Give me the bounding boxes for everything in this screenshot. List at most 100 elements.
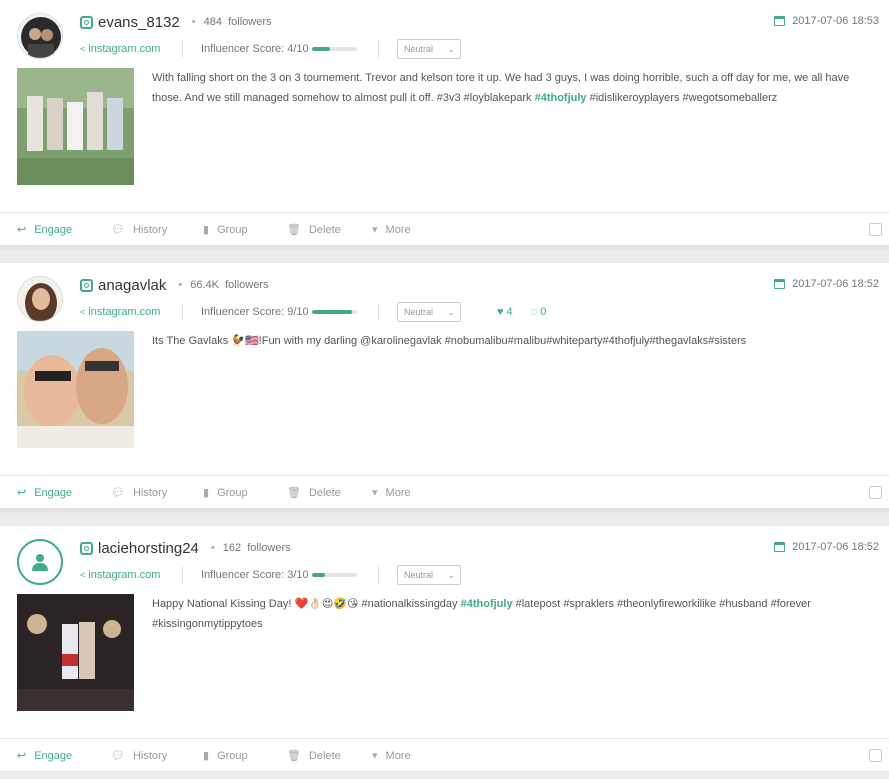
calendar-icon xyxy=(774,279,786,289)
trash-icon: 🗑︎ xyxy=(287,750,301,762)
mentions-feed: evans_8132 • 484 followers < instagram.co… xyxy=(0,0,889,772)
delete-button[interactable]: 🗑︎ Delete xyxy=(287,223,341,237)
sentiment-select[interactable]: Neutral ⌄ xyxy=(397,565,461,585)
source-link[interactable]: < instagram.com xyxy=(80,569,182,581)
instagram-icon xyxy=(80,541,93,555)
engage-button[interactable]: ↩ Engage xyxy=(17,486,72,500)
username[interactable]: evans_8132 xyxy=(98,14,180,31)
avatar[interactable] xyxy=(17,276,63,322)
post-card: laciehorsting24 • 162 followers < instagr… xyxy=(0,526,889,772)
action-bar: ↩ Engage 💬︎ History ▮ Group 🗑︎ Delete ▾ More xyxy=(0,212,889,245)
separator-dot: • xyxy=(210,542,215,554)
engagement-stats: ♥ 4 ◌ 0 xyxy=(497,306,564,318)
more-button[interactable]: ▾ More xyxy=(372,223,411,237)
sentiment-select[interactable]: Neutral ⌄ xyxy=(397,39,461,59)
divider xyxy=(378,40,379,58)
chat-icon: 💬︎ xyxy=(111,224,125,236)
more-button[interactable]: ▾ More xyxy=(372,749,411,763)
influencer-score: Influencer Score: 4/10 xyxy=(201,43,378,55)
select-checkbox[interactable] xyxy=(869,223,882,236)
calendar-icon xyxy=(774,16,786,26)
divider xyxy=(182,40,183,58)
post-caption: Happy National Kissing Day! ❤️👌🏻😍🤣😘 #nat… xyxy=(152,594,871,634)
sparkler-photo-icon xyxy=(17,594,134,711)
avatar[interactable] xyxy=(17,13,63,59)
group-button[interactable]: ▮ Group xyxy=(203,486,248,500)
caret-down-icon: ▾ xyxy=(372,487,378,499)
reply-icon: ↩ xyxy=(17,750,27,762)
caret-down-icon: ▾ xyxy=(372,224,378,236)
post-caption: With falling short on the 3 on 3 tournem… xyxy=(152,68,871,108)
bookmark-icon: ▮ xyxy=(203,487,210,499)
post-date: 2017-07-06 18:53 xyxy=(774,15,879,27)
caption-text: Its The Gavlaks 🐓🇺🇸!Fun with my darling … xyxy=(152,335,747,347)
action-bar: ↩ Engage 💬︎ History ▮ Group 🗑︎ Delete ▾ More xyxy=(0,475,889,508)
divider xyxy=(378,303,379,321)
history-button[interactable]: 💬︎ History xyxy=(111,486,167,500)
reply-icon: ↩ xyxy=(17,487,27,499)
chevron-down-icon: ⌄ xyxy=(447,306,455,317)
group-photo-icon xyxy=(17,68,134,185)
instagram-icon xyxy=(80,15,93,29)
select-checkbox[interactable] xyxy=(869,749,882,762)
username[interactable]: laciehorsting24 xyxy=(98,540,199,557)
delete-button[interactable]: 🗑︎ Delete xyxy=(287,486,341,500)
follower-count: 162 followers xyxy=(222,542,291,554)
heart-icon: ♥ xyxy=(497,306,504,318)
post-date: 2017-07-06 18:52 xyxy=(774,541,879,553)
group-button[interactable]: ▮ Group xyxy=(203,223,248,237)
score-bar xyxy=(311,310,357,314)
source-link[interactable]: < instagram.com xyxy=(80,43,182,55)
separator-dot: • xyxy=(191,16,196,28)
share-icon: < xyxy=(80,570,86,580)
history-button[interactable]: 💬︎ History xyxy=(111,749,167,763)
post-caption: Its The Gavlaks 🐓🇺🇸!Fun with my darling … xyxy=(152,331,871,351)
action-bar: ↩ Engage 💬︎ History ▮ Group 🗑︎ Delete ▾ More xyxy=(0,738,889,771)
post-date: 2017-07-06 18:52 xyxy=(774,278,879,290)
share-icon: < xyxy=(80,44,86,54)
post-image[interactable] xyxy=(17,68,134,185)
follower-count: 484 followers xyxy=(203,16,272,28)
bookmark-icon: ▮ xyxy=(203,750,210,762)
comment-icon: ◌ xyxy=(530,306,538,318)
group-button[interactable]: ▮ Group xyxy=(203,749,248,763)
delete-button[interactable]: 🗑︎ Delete xyxy=(287,749,341,763)
reply-icon: ↩ xyxy=(17,224,27,236)
user-icon xyxy=(32,554,48,571)
divider xyxy=(378,566,379,584)
history-button[interactable]: 💬︎ History xyxy=(111,223,167,237)
username[interactable]: anagavlak xyxy=(98,277,166,294)
more-button[interactable]: ▾ More xyxy=(372,486,411,500)
separator-dot: • xyxy=(178,279,183,291)
instagram-icon xyxy=(80,278,93,292)
source-link[interactable]: < instagram.com xyxy=(80,306,182,318)
comments-count: ◌ 0 xyxy=(530,306,547,318)
selfie-photo-icon xyxy=(17,331,134,448)
hashtag-link[interactable]: #4thofjuly xyxy=(535,92,587,104)
hashtag-link[interactable]: #4thofjuly xyxy=(461,598,513,610)
chevron-down-icon: ⌄ xyxy=(447,569,455,580)
trash-icon: 🗑︎ xyxy=(287,224,301,236)
divider xyxy=(182,303,183,321)
select-checkbox[interactable] xyxy=(869,486,882,499)
caption-text: #idislikeroyplayers #wegotsomeballerz xyxy=(586,92,778,104)
chevron-down-icon: ⌄ xyxy=(447,43,455,54)
influencer-score: Influencer Score: 9/10 xyxy=(201,306,378,318)
score-bar xyxy=(311,573,357,577)
post-image[interactable] xyxy=(17,594,134,711)
engage-button[interactable]: ↩ Engage xyxy=(17,223,72,237)
influencer-score: Influencer Score: 3/10 xyxy=(201,569,378,581)
score-bar xyxy=(311,47,357,51)
engage-button[interactable]: ↩ Engage xyxy=(17,749,72,763)
chat-icon: 💬︎ xyxy=(111,487,125,499)
avatar[interactable] xyxy=(17,539,63,585)
chat-icon: 💬︎ xyxy=(111,750,125,762)
sentiment-select[interactable]: Neutral ⌄ xyxy=(397,302,461,322)
share-icon: < xyxy=(80,307,86,317)
trash-icon: 🗑︎ xyxy=(287,487,301,499)
follower-count: 66.4K followers xyxy=(190,279,269,291)
caption-text: Happy National Kissing Day! ❤️👌🏻😍🤣😘 #nat… xyxy=(152,598,461,610)
post-card: anagavlak • 66.4K followers < instagram.c… xyxy=(0,263,889,509)
post-image[interactable] xyxy=(17,331,134,448)
calendar-icon xyxy=(774,542,786,552)
